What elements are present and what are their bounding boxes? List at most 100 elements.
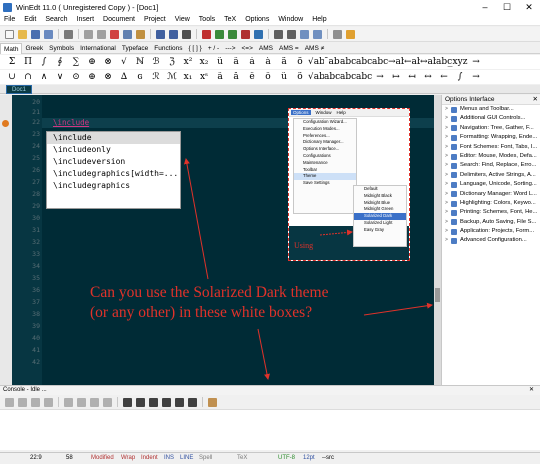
undo-icon[interactable] — [84, 29, 93, 39]
editor-scrollbar[interactable] — [434, 95, 441, 385]
close-button[interactable]: ✕ — [518, 0, 540, 14]
maximize-button[interactable]: ☐ — [496, 0, 518, 14]
symbol-button[interactable]: →abc — [388, 57, 404, 67]
close-icon[interactable]: ✕ — [529, 386, 534, 395]
console-settings-icon[interactable] — [208, 397, 217, 407]
goto-icon[interactable] — [182, 29, 191, 39]
symbol-button[interactable]: ℨ — [164, 57, 180, 67]
symbol-button[interactable]: ∫ — [36, 57, 52, 67]
menu-tex[interactable]: TeX — [224, 16, 236, 23]
symbol-button[interactable]: ̂abc — [356, 57, 372, 67]
preview-icon[interactable] — [254, 29, 263, 39]
minimize-button[interactable]: – — [474, 0, 496, 14]
symbol-button[interactable]: ↔ — [420, 72, 436, 82]
settings-icon[interactable] — [346, 29, 355, 39]
symbol-button[interactable]: Σ — [4, 57, 20, 67]
tab-functions[interactable]: Functions — [151, 43, 185, 54]
status-spell[interactable]: Spell — [199, 453, 212, 464]
chevron-right-icon[interactable]: > — [442, 236, 451, 245]
tree-item[interactable]: > Application: Projects, Form... — [442, 227, 540, 236]
tree-item[interactable]: > Dictionary Manager: Word L... — [442, 190, 540, 199]
open-folder-icon[interactable] — [18, 29, 27, 39]
symbol-button[interactable]: → — [468, 57, 484, 67]
tab-doc1[interactable]: Doc1 — [6, 85, 33, 94]
pdf-icon[interactable] — [241, 29, 250, 39]
symbol-button[interactable]: ̂abc — [356, 72, 372, 82]
symbol-button[interactable]: √ — [116, 57, 132, 67]
symbol-button[interactable]: ɢ — [132, 72, 148, 82]
tools-icon[interactable] — [274, 29, 283, 39]
console-font-icon[interactable] — [188, 397, 197, 407]
tab-math[interactable]: Math — [0, 42, 23, 54]
tab-arrows[interactable]: ---> — [222, 43, 238, 54]
menu-options[interactable]: Options — [245, 16, 269, 23]
chevron-right-icon[interactable]: > — [442, 124, 451, 133]
tab-ams-neq[interactable]: AMS ≠ — [302, 43, 327, 54]
symbol-button[interactable]: ℕ — [132, 57, 148, 67]
symbol-button[interactable]: ô — [260, 72, 276, 82]
tree-item[interactable]: > Delimiters, Active Strings, A... — [442, 171, 540, 180]
symbol-button[interactable]: ∫ — [452, 72, 468, 82]
symbol-button[interactable]: ∑ — [68, 57, 84, 67]
symbol-button[interactable]: ↤ — [404, 72, 420, 82]
symbol-button[interactable]: x² — [180, 57, 196, 67]
symbol-button[interactable]: û — [212, 57, 228, 67]
tree-item[interactable]: > Font Schemes: Font, Tabs, I... — [442, 143, 540, 152]
status-font-size[interactable]: 12pt — [303, 453, 315, 464]
status-wrap[interactable]: Wrap — [121, 453, 135, 464]
symbol-button[interactable]: ∨ — [52, 72, 68, 82]
symbol-button[interactable]: ̃abc — [340, 57, 356, 67]
tree-item[interactable]: > Advanced Configuration... — [442, 236, 540, 245]
chevron-right-icon[interactable]: > — [442, 161, 451, 170]
symbol-button[interactable]: x₂ — [196, 57, 212, 67]
symbol-button[interactable]: ä — [276, 57, 292, 67]
save-icon[interactable] — [31, 29, 40, 39]
symbol-button[interactable]: à — [260, 57, 276, 67]
tree-item[interactable]: > Language, Unicode, Sorting... — [442, 180, 540, 189]
menu-search[interactable]: Search — [45, 16, 67, 23]
close-icon[interactable]: ✕ — [533, 95, 538, 104]
symbol-button[interactable]: ∪ — [4, 72, 20, 82]
status-encoding[interactable]: UTF-8 — [278, 453, 295, 464]
chevron-right-icon[interactable]: > — [442, 105, 451, 114]
cut-icon[interactable] — [110, 29, 119, 39]
symbol-button[interactable]: ⊗ — [100, 57, 116, 67]
symbol-button[interactable]: Π — [20, 57, 36, 67]
menu-document[interactable]: Document — [103, 16, 135, 23]
symbol-button[interactable]: ̅abc — [324, 72, 340, 82]
console-error-icon[interactable] — [90, 397, 99, 407]
symbol-button[interactable]: ⊕ — [84, 57, 100, 67]
tab-international[interactable]: International — [77, 43, 119, 54]
chevron-right-icon[interactable]: > — [442, 227, 451, 236]
gather-icon[interactable] — [300, 29, 309, 39]
symbol-button[interactable]: abc̲ — [436, 57, 452, 67]
chevron-right-icon[interactable]: > — [442, 208, 451, 217]
search-icon[interactable] — [156, 29, 165, 39]
chevron-right-icon[interactable]: > — [442, 218, 451, 227]
symbol-button[interactable]: → — [372, 72, 388, 82]
symbol-button[interactable]: ̃abc — [340, 72, 356, 82]
replace-icon[interactable] — [169, 29, 178, 39]
menu-project[interactable]: Project — [144, 16, 166, 23]
tab-delimiters[interactable]: { [ ] } — [185, 43, 204, 54]
symbol-button[interactable]: õ — [292, 72, 308, 82]
console-open-icon[interactable] — [162, 397, 171, 407]
tree-item[interactable]: > Additional GUI Controls... — [442, 114, 540, 123]
tab-ams-eq[interactable]: AMS = — [276, 43, 302, 54]
chevron-right-icon[interactable]: > — [442, 114, 451, 123]
symbol-button[interactable]: abc — [372, 57, 388, 67]
chevron-right-icon[interactable]: > — [442, 180, 451, 189]
save-all-icon[interactable] — [44, 29, 53, 39]
tree-item[interactable]: > Highlighting: Colors, Keywo... — [442, 199, 540, 208]
symbol-button[interactable]: ∆ — [116, 72, 132, 82]
menu-file[interactable]: File — [4, 16, 15, 23]
tree-item[interactable]: > Backup, Auto Saving, File S... — [442, 218, 540, 227]
new-file-icon[interactable] — [5, 29, 14, 39]
chevron-right-icon[interactable]: > — [442, 133, 451, 142]
symbol-button[interactable]: ℳ — [164, 72, 180, 82]
status-ins[interactable]: INS — [164, 453, 174, 464]
redo-icon[interactable] — [97, 29, 106, 39]
console-warning-icon[interactable] — [103, 397, 112, 407]
symbol-button[interactable]: ¯abc — [324, 57, 340, 67]
console-next-icon[interactable] — [77, 397, 86, 407]
